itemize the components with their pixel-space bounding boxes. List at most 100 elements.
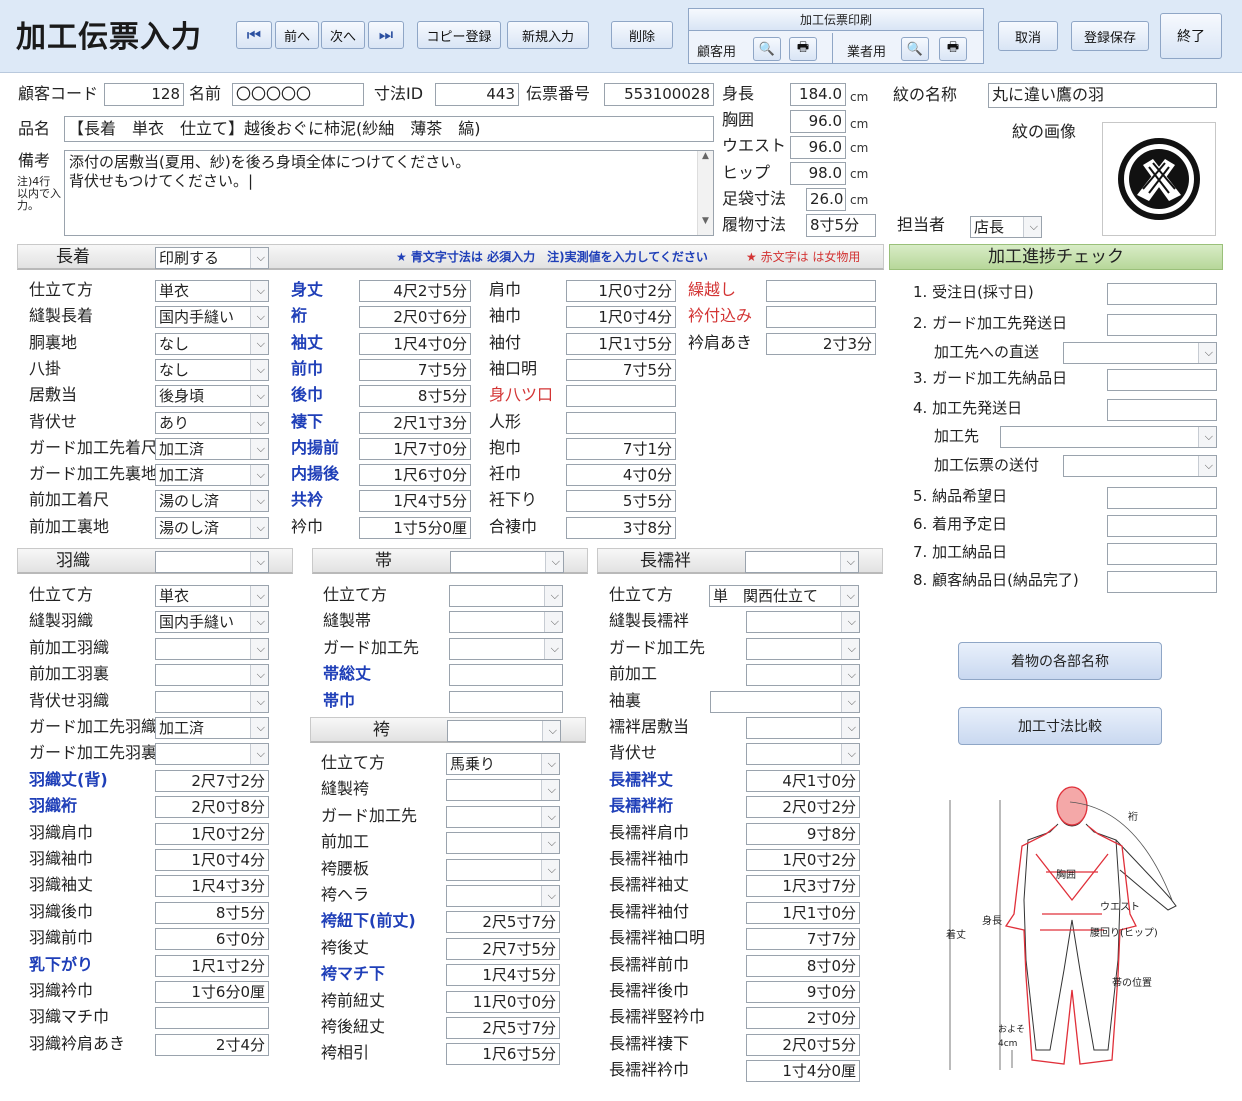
- juban-select-0[interactable]: 単 関西仕立て ⌵: [709, 585, 859, 607]
- nagagi-select-5[interactable]: あり ⌵: [155, 411, 269, 434]
- nagagi-size2-field-8[interactable]: 5寸5分: [566, 490, 676, 513]
- haori-field-11[interactable]: 1尺4寸3分: [155, 875, 269, 898]
- haori-field-7[interactable]: 2尺7寸2分: [155, 769, 269, 792]
- obi-select-0[interactable]: ⌵: [449, 585, 563, 607]
- progress-select-5[interactable]: ⌵: [1000, 426, 1217, 448]
- haori-field-17[interactable]: 2寸4分: [155, 1033, 269, 1056]
- hakama-field-6[interactable]: 2尺5寸7分: [446, 911, 560, 934]
- juban-field-10[interactable]: 1尺0寸2分: [746, 849, 860, 871]
- product-field[interactable]: 【長着 単衣 仕立て】越後おぐに柿泥(紗紬 薄茶 縞): [64, 116, 714, 142]
- nagagi-select-9[interactable]: 湯のし済 ⌵: [155, 516, 269, 539]
- nagagi-size2-field-6[interactable]: 7寸1分: [566, 437, 676, 460]
- staff-select[interactable]: 店長 ⌵: [970, 216, 1042, 238]
- hakama-field-9[interactable]: 11尺0寸0分: [446, 990, 560, 1013]
- haori-field-15[interactable]: 1寸6分0厘: [155, 981, 269, 1003]
- haori-select-3[interactable]: ⌵: [155, 664, 269, 687]
- progress-date-8[interactable]: [1107, 515, 1217, 537]
- obi-field-4[interactable]: [449, 690, 563, 713]
- nagagi-print-select[interactable]: 印刷する ⌵: [155, 247, 269, 269]
- haori-select-6[interactable]: ⌵: [155, 743, 269, 766]
- juban-field-16[interactable]: 2寸0分: [746, 1007, 860, 1030]
- obi-select-1[interactable]: ⌵: [449, 611, 563, 634]
- nagagi-size-field-7[interactable]: 1尺6寸0分: [359, 464, 471, 487]
- nagagi-size2-field-4[interactable]: [566, 385, 676, 408]
- slip-number-field[interactable]: 553100028: [604, 83, 714, 106]
- nagagi-size2-field-7[interactable]: 4寸0分: [566, 464, 676, 487]
- progress-select-6[interactable]: ⌵: [1063, 455, 1217, 477]
- haori-select-0[interactable]: 単衣 ⌵: [155, 585, 269, 607]
- nagagi-select-3[interactable]: なし ⌵: [155, 358, 269, 381]
- nagagi-size-field-9[interactable]: 1寸5分0厘: [359, 516, 471, 539]
- juban-select-6[interactable]: ⌵: [746, 743, 860, 766]
- progress-select-2[interactable]: ⌵: [1063, 342, 1217, 364]
- nagagi-select-2[interactable]: なし ⌵: [155, 332, 269, 355]
- nagagi-size-field-2[interactable]: 1尺4寸0分: [359, 332, 471, 355]
- juban-field-9[interactable]: 9寸8分: [746, 822, 860, 845]
- juban-select-2[interactable]: ⌵: [746, 637, 860, 660]
- nagagi-select-8[interactable]: 湯のし済 ⌵: [155, 490, 269, 513]
- name-field[interactable]: 〇〇〇〇〇: [232, 83, 364, 106]
- nagagi-size-field-3[interactable]: 7寸5分: [359, 358, 471, 381]
- nagagi-size3-field-0[interactable]: [766, 280, 876, 302]
- juban-select-4[interactable]: ⌵: [710, 690, 860, 713]
- nagagi-size3-field-1[interactable]: [766, 306, 876, 329]
- hakama-select-0[interactable]: 馬乗り ⌵: [446, 753, 560, 775]
- hip-field[interactable]: 98.0: [790, 162, 846, 185]
- juban-select-3[interactable]: ⌵: [746, 664, 860, 687]
- waist-field[interactable]: 96.0: [790, 136, 846, 159]
- haori-field-10[interactable]: 1尺0寸4分: [155, 849, 269, 871]
- exit-button[interactable]: 終了: [1160, 13, 1222, 59]
- customer-code-field[interactable]: 128: [104, 83, 184, 106]
- nagagi-size2-field-3[interactable]: 7寸5分: [566, 358, 676, 381]
- save-button[interactable]: 登録保存: [1071, 21, 1149, 51]
- crest-name-field[interactable]: 丸に違い鷹の羽: [988, 83, 1217, 108]
- progress-date-7[interactable]: [1107, 487, 1217, 509]
- juban-field-11[interactable]: 1尺3寸7分: [746, 875, 860, 898]
- delete-button[interactable]: 削除: [611, 21, 673, 49]
- remark-textarea[interactable]: 添付の居敷当(夏用、紗)を後ろ身頃全体につけてください。 背伏せもつけてください…: [64, 150, 714, 236]
- hakama-field-8[interactable]: 1尺4寸5分: [446, 964, 560, 987]
- juban-field-8[interactable]: 2尺0寸2分: [746, 796, 860, 819]
- haori-select-5[interactable]: 加工済 ⌵: [155, 717, 269, 739]
- nagagi-size2-field-1[interactable]: 1尺0寸4分: [566, 306, 676, 329]
- haori-field-9[interactable]: 1尺0寸2分: [155, 822, 269, 845]
- nagagi-size2-field-9[interactable]: 3寸8分: [566, 516, 676, 539]
- nagagi-select-6[interactable]: 加工済 ⌵: [155, 437, 269, 460]
- vendor-preview-button[interactable]: 🔍: [901, 37, 929, 61]
- obi-print-select[interactable]: ⌵: [450, 551, 564, 573]
- nagagi-size-field-4[interactable]: 8寸5分: [359, 385, 471, 408]
- hakama-field-7[interactable]: 2尺7寸5分: [446, 937, 560, 960]
- vendor-print-button[interactable]: 🖶: [939, 37, 967, 61]
- haori-field-13[interactable]: 6寸0分: [155, 928, 269, 951]
- nagagi-size2-field-0[interactable]: 1尺0寸2分: [566, 280, 676, 302]
- size-id-field[interactable]: 443: [435, 83, 519, 106]
- cancel-button[interactable]: 取消: [998, 21, 1058, 51]
- juban-field-17[interactable]: 2尺0寸5分: [746, 1033, 860, 1056]
- new-entry-button[interactable]: 新規入力: [507, 21, 589, 49]
- nagagi-size2-field-2[interactable]: 1尺1寸5分: [566, 332, 676, 355]
- juban-field-18[interactable]: 1寸4分0厘: [746, 1060, 860, 1083]
- customer-preview-button[interactable]: 🔍: [753, 37, 781, 61]
- juban-field-14[interactable]: 8寸0分: [746, 954, 860, 977]
- nagagi-size2-field-5[interactable]: [566, 411, 676, 434]
- hakama-select-5[interactable]: ⌵: [446, 885, 560, 907]
- haori-select-1[interactable]: 国内手縫い ⌵: [155, 611, 269, 634]
- progress-date-3[interactable]: [1107, 369, 1217, 391]
- juban-print-select[interactable]: ⌵: [745, 551, 859, 573]
- hakama-select-1[interactable]: ⌵: [446, 779, 560, 802]
- progress-date-10[interactable]: [1107, 571, 1217, 593]
- haori-print-select[interactable]: ⌵: [155, 551, 269, 573]
- juban-select-1[interactable]: ⌵: [746, 611, 860, 634]
- nagagi-select-7[interactable]: 加工済 ⌵: [155, 464, 269, 487]
- haori-field-8[interactable]: 2尺0寸8分: [155, 796, 269, 819]
- juban-field-7[interactable]: 4尺1寸0分: [746, 769, 860, 792]
- haori-select-4[interactable]: ⌵: [155, 690, 269, 713]
- next-button[interactable]: 次へ: [321, 21, 365, 49]
- prev-button[interactable]: 前へ: [275, 21, 319, 49]
- obi-field-3[interactable]: [449, 664, 563, 687]
- juban-field-13[interactable]: 7寸7分: [746, 928, 860, 951]
- hakama-print-select[interactable]: ⌵: [447, 720, 561, 742]
- hakama-select-3[interactable]: ⌵: [446, 832, 560, 855]
- progress-date-4[interactable]: [1107, 399, 1217, 421]
- juban-select-5[interactable]: ⌵: [746, 717, 860, 739]
